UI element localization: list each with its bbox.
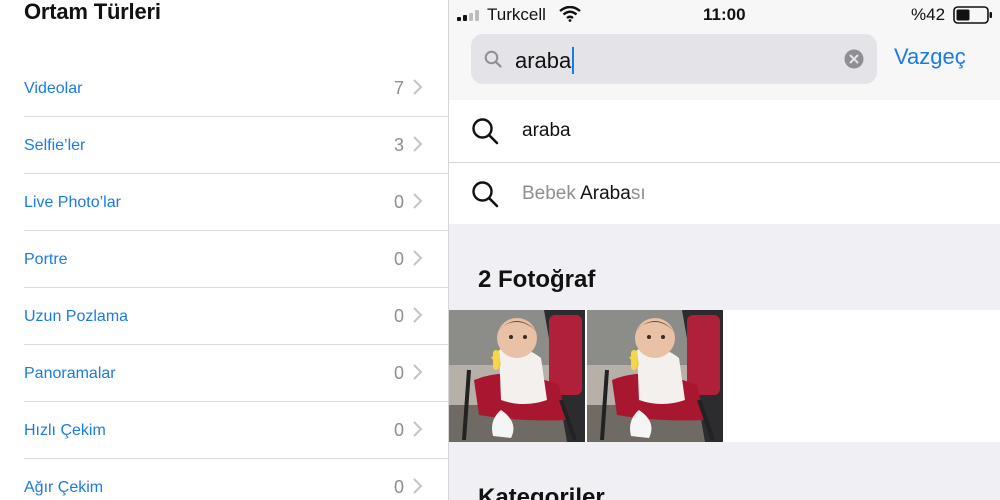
clear-search-icon[interactable]	[844, 49, 864, 69]
media-type-row-live-photos[interactable]: Live Photo’lar 0	[24, 174, 448, 231]
media-type-label: Portre	[24, 251, 68, 268]
suggestion-row[interactable]: Bebek Arabası	[449, 163, 1000, 225]
chevron-right-icon	[413, 250, 423, 266]
media-type-row-time-lapse[interactable]: Hızlı Çekim 0	[24, 402, 448, 459]
search-icon	[472, 118, 499, 145]
suggestion-match: araba	[522, 120, 571, 141]
carrier-name: Turkcell	[487, 5, 546, 24]
battery-icon	[953, 6, 992, 24]
chevron-right-icon	[413, 364, 423, 380]
wifi-icon	[559, 6, 581, 22]
media-type-label: Uzun Pozlama	[24, 308, 129, 325]
media-type-count: 0	[393, 363, 404, 383]
baby-stroller-photo	[449, 310, 585, 442]
status-bar: Turkcell 11:00 %42	[449, 0, 1000, 30]
search-screen: Turkcell 11:00 %42 araba Vazgeç araba Be…	[449, 0, 1000, 500]
search-query-text: araba	[515, 47, 575, 74]
baby-stroller-photo	[587, 310, 723, 442]
media-type-row-panoramas[interactable]: Panoramalar 0	[24, 345, 448, 402]
media-type-count: 0	[393, 192, 404, 212]
search-query-value: araba	[515, 48, 572, 73]
battery-percentage: %42	[911, 5, 946, 24]
cellular-signal-icon	[457, 10, 479, 21]
chevron-right-icon	[413, 478, 423, 494]
media-type-count: 0	[393, 249, 404, 269]
search-input[interactable]: araba	[471, 34, 877, 84]
chevron-right-icon	[413, 307, 423, 323]
suggestion-text: Bebek Arabası	[522, 183, 646, 205]
chevron-right-icon	[413, 421, 423, 437]
suggestion-dim-prefix: Bebek	[522, 183, 581, 204]
chevron-right-icon	[413, 193, 423, 209]
media-type-count: 0	[393, 306, 404, 326]
media-type-label: Hızlı Çekim	[24, 422, 106, 439]
media-type-label: Ağır Çekim	[24, 479, 104, 496]
media-types-panel: Ortam Türleri Videolar 7 Selfie’ler 3 Li…	[0, 0, 448, 500]
media-type-row-slo-mo[interactable]: Ağır Çekim 0	[24, 459, 448, 500]
cancel-button[interactable]: Vazgeç	[894, 44, 966, 70]
media-type-label: Selfie’ler	[24, 137, 86, 154]
search-suggestions: araba Bebek Arabası	[449, 100, 1000, 224]
media-type-count: 0	[393, 420, 404, 440]
chevron-right-icon	[413, 136, 423, 152]
photo-thumbnail[interactable]	[587, 310, 723, 442]
suggestion-match: Araba	[580, 183, 631, 204]
suggestion-row[interactable]: araba	[449, 100, 1000, 163]
suggestion-dim-suffix: sı	[630, 183, 646, 204]
media-type-label: Videolar	[24, 80, 83, 97]
media-type-row-selfies[interactable]: Selfie’ler 3	[24, 117, 448, 174]
search-icon	[472, 181, 499, 208]
search-icon	[484, 50, 502, 68]
text-caret	[572, 47, 575, 74]
media-type-count: 0	[393, 477, 404, 497]
search-bar-area: araba Vazgeç	[449, 30, 1000, 101]
categories-section-title: Kategoriler	[478, 484, 605, 500]
media-type-row-videos[interactable]: Videolar 7	[24, 60, 448, 117]
photos-section-title: 2 Fotoğraf	[478, 266, 596, 293]
media-type-row-portrait[interactable]: Portre 0	[24, 231, 448, 288]
media-type-count: 3	[393, 135, 404, 155]
media-types-title: Ortam Türleri	[24, 0, 161, 24]
media-types-list: Videolar 7 Selfie’ler 3 Live Photo’lar 0…	[0, 60, 448, 500]
media-type-label: Live Photo’lar	[24, 194, 121, 211]
suggestion-text: araba	[522, 120, 571, 142]
media-type-count: 7	[393, 78, 404, 98]
media-type-row-long-exposure[interactable]: Uzun Pozlama 0	[24, 288, 448, 345]
chevron-right-icon	[413, 79, 423, 95]
photos-grid	[449, 310, 1000, 442]
status-time: 11:00	[703, 5, 746, 24]
media-type-label: Panoramalar	[24, 365, 116, 382]
photo-thumbnail[interactable]	[449, 310, 585, 442]
